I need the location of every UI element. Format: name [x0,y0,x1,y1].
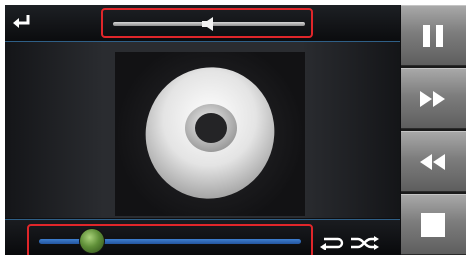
album-art-panel [115,52,305,216]
seek-slider[interactable] [39,239,301,244]
transport-controls [401,5,466,255]
media-player-screen [5,5,466,255]
shuffle-icon[interactable] [350,235,380,250]
back-arrow-icon[interactable] [11,13,33,31]
stop-icon [421,213,445,237]
fast-forward-icon [420,91,445,107]
rewind-icon [420,154,445,170]
volume-control [101,8,313,38]
seek-thumb[interactable] [79,228,106,254]
top-bar [5,5,400,42]
fast-forward-button[interactable] [401,68,466,129]
now-playing-area [5,42,400,218]
bottom-bar [5,219,400,255]
disc-icon [145,67,275,199]
speaker-icon[interactable] [200,16,218,32]
pause-icon [423,25,443,47]
repeat-icon[interactable] [318,235,344,251]
seek-control [27,224,313,255]
rewind-button[interactable] [401,131,466,192]
stop-button[interactable] [401,194,466,255]
pause-button[interactable] [401,5,466,66]
